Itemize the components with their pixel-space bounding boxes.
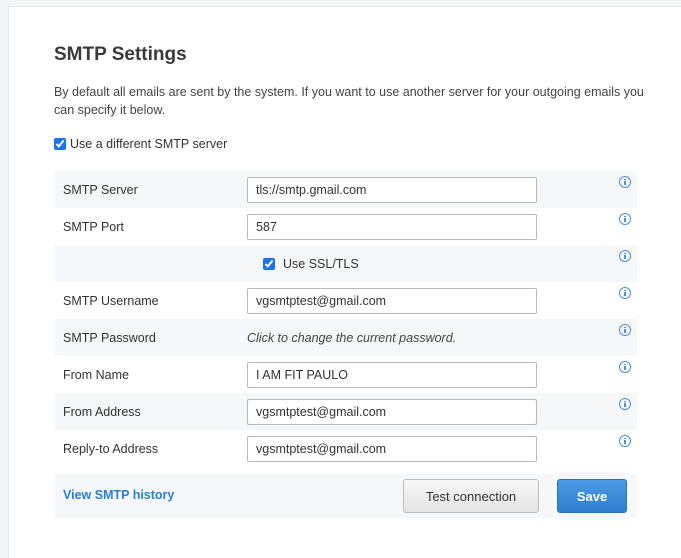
smtp-port-input[interactable] bbox=[247, 213, 537, 240]
form-footer: View SMTP history Test connection Save bbox=[55, 474, 637, 518]
ssl-toggle[interactable]: Use SSL/TLS bbox=[247, 257, 605, 271]
page-title: SMTP Settings bbox=[54, 44, 187, 65]
smtp-settings-panel: SMTP Settings By default all emails are … bbox=[8, 6, 681, 558]
smtp-username-input[interactable] bbox=[247, 287, 537, 314]
use-custom-smtp-label: Use a different SMTP server bbox=[70, 137, 228, 151]
info-icon[interactable] bbox=[619, 324, 631, 336]
reply-to-label: Reply-to Address bbox=[55, 430, 247, 467]
ssl-label: Use SSL/TLS bbox=[283, 256, 359, 271]
smtp-port-label: SMTP Port bbox=[55, 208, 247, 245]
from-name-input[interactable] bbox=[247, 361, 537, 388]
info-icon[interactable] bbox=[619, 361, 631, 373]
row-ssl: Use SSL/TLS bbox=[55, 245, 637, 282]
page-description: By default all emails are sent by the sy… bbox=[54, 85, 644, 117]
info-icon[interactable] bbox=[619, 435, 631, 447]
from-address-label: From Address bbox=[55, 393, 247, 430]
row-smtp-server: SMTP Server bbox=[55, 171, 637, 208]
info-icon[interactable] bbox=[619, 213, 631, 225]
view-smtp-history-link[interactable]: View SMTP history bbox=[63, 488, 174, 502]
row-from-address: From Address bbox=[55, 393, 637, 430]
ssl-checkbox[interactable] bbox=[263, 257, 275, 270]
row-from-name: From Name bbox=[55, 356, 637, 393]
info-icon[interactable] bbox=[619, 287, 631, 299]
use-custom-smtp-checkbox[interactable] bbox=[54, 138, 66, 150]
from-name-label: From Name bbox=[55, 356, 247, 393]
smtp-server-input[interactable] bbox=[247, 176, 537, 203]
info-icon[interactable] bbox=[619, 398, 631, 410]
info-icon[interactable] bbox=[619, 250, 631, 262]
row-reply-to: Reply-to Address bbox=[55, 430, 637, 467]
test-connection-button[interactable]: Test connection bbox=[403, 479, 539, 513]
smtp-form-table: SMTP Server SMTP Port Use SSL/TLS SMTP U… bbox=[55, 171, 637, 467]
row-smtp-password: SMTP Password Click to change the curren… bbox=[55, 319, 637, 356]
from-address-input[interactable] bbox=[247, 398, 537, 425]
smtp-password-label: SMTP Password bbox=[55, 319, 247, 356]
row-smtp-port: SMTP Port bbox=[55, 208, 637, 245]
info-icon[interactable] bbox=[619, 176, 631, 188]
smtp-username-label: SMTP Username bbox=[55, 282, 247, 319]
save-button[interactable]: Save bbox=[557, 479, 627, 513]
reply-to-input[interactable] bbox=[247, 435, 537, 462]
row-smtp-username: SMTP Username bbox=[55, 282, 637, 319]
smtp-server-label: SMTP Server bbox=[55, 171, 247, 208]
change-password-link[interactable]: Click to change the current password. bbox=[247, 331, 456, 345]
use-custom-smtp-toggle[interactable]: Use a different SMTP server bbox=[54, 137, 227, 151]
